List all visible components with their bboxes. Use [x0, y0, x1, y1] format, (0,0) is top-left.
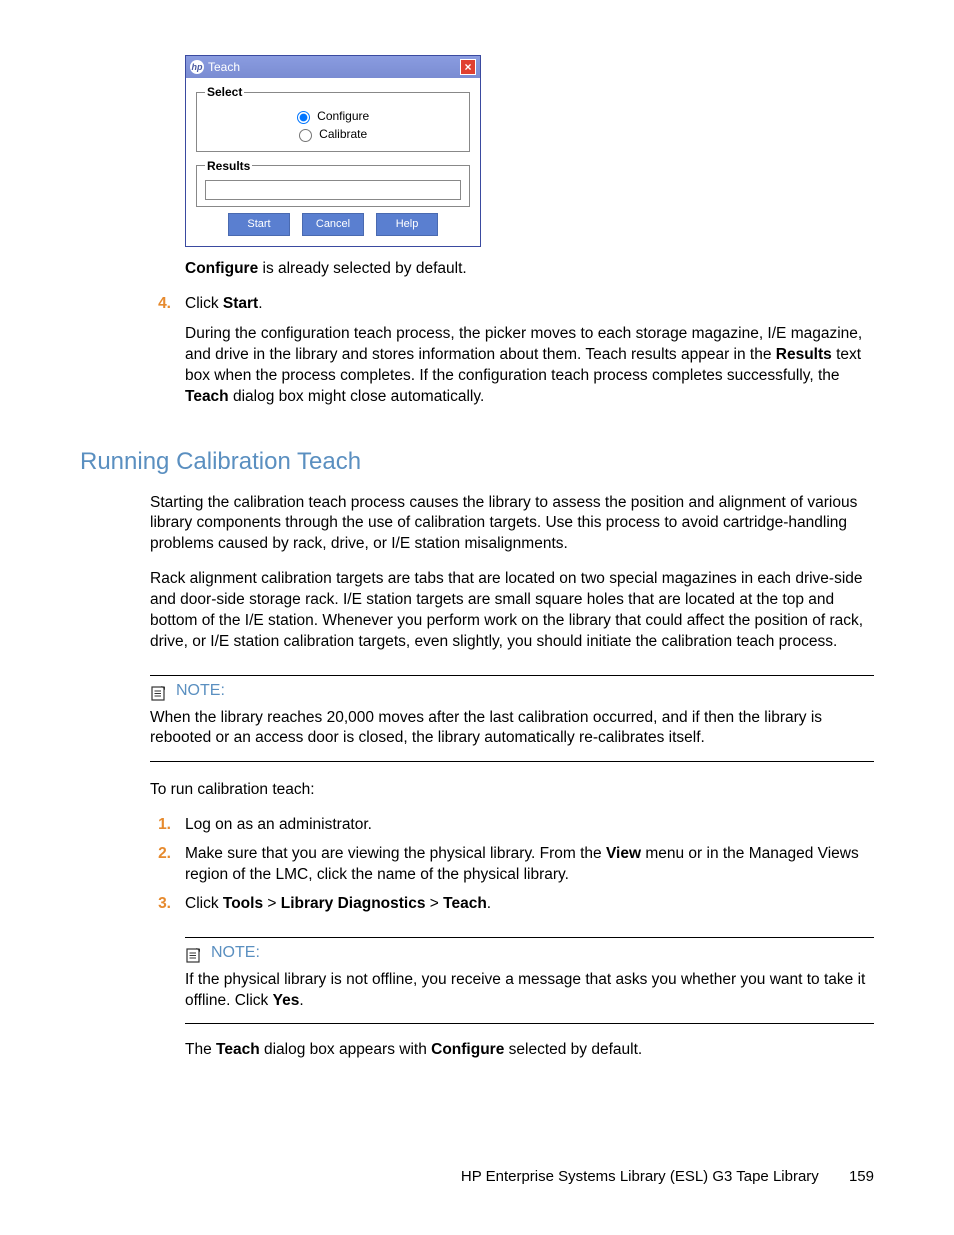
help-button[interactable]: Help: [376, 213, 438, 236]
select-legend: Select: [205, 84, 244, 100]
footer-title: HP Enterprise Systems Library (ESL) G3 T…: [461, 1168, 819, 1185]
calibrate-radio-label[interactable]: Calibrate: [299, 127, 367, 141]
note-1-body: When the library reaches 20,000 moves af…: [150, 708, 874, 750]
page-number: 159: [849, 1168, 874, 1185]
step-4-body: During the configuration teach process, …: [185, 324, 874, 408]
configure-default-line: Configure is already selected by default…: [185, 259, 874, 280]
calib-p1: Starting the calibration teach process c…: [150, 493, 874, 556]
teach-dialog-appears: The Teach dialog box appears with Config…: [185, 1040, 874, 1061]
step-3: 3. Click Tools > Library Diagnostics > T…: [80, 894, 874, 915]
step-4-line: Click Start.: [185, 294, 874, 315]
step-1-number: 1.: [80, 815, 185, 836]
calib-p2: Rack alignment calibration targets are t…: [150, 569, 874, 653]
results-textbox[interactable]: [205, 180, 461, 200]
configure-radio[interactable]: [297, 111, 310, 124]
note-1: NOTE: When the library reaches 20,000 mo…: [150, 675, 874, 762]
cancel-button[interactable]: Cancel: [302, 213, 364, 236]
teach-dialog: hp Teach × Select Configure Calibrate: [185, 55, 481, 247]
note-1-label: NOTE:: [176, 680, 225, 702]
dialog-title-text: Teach: [208, 59, 240, 75]
step-1-text: Log on as an administrator.: [185, 815, 874, 836]
note-2: NOTE: If the physical library is not off…: [185, 937, 874, 1024]
results-group: Results: [196, 158, 470, 207]
step-2-text: Make sure that you are viewing the physi…: [185, 844, 874, 886]
step-1: 1. Log on as an administrator.: [80, 815, 874, 836]
select-group: Select Configure Calibrate: [196, 84, 470, 152]
step-3-text: Click Tools > Library Diagnostics > Teac…: [185, 894, 874, 915]
note-icon: [150, 684, 168, 702]
close-icon[interactable]: ×: [460, 59, 476, 75]
section-heading: Running Calibration Teach: [80, 446, 874, 478]
step-4: 4. Click Start. During the configuration…: [80, 294, 874, 409]
note-icon: [185, 946, 203, 964]
start-button[interactable]: Start: [228, 213, 290, 236]
note-2-body: If the physical library is not offline, …: [185, 970, 874, 1012]
dialog-titlebar: hp Teach ×: [186, 56, 480, 78]
step-3-number: 3.: [80, 894, 185, 915]
results-legend: Results: [205, 158, 252, 174]
calib-p3: To run calibration teach:: [150, 780, 874, 801]
hp-logo-icon: hp: [190, 60, 204, 74]
note-2-label: NOTE:: [211, 942, 260, 964]
calibrate-radio[interactable]: [299, 129, 312, 142]
step-4-number: 4.: [80, 294, 185, 409]
step-2: 2. Make sure that you are viewing the ph…: [80, 844, 874, 886]
configure-radio-label[interactable]: Configure: [297, 109, 369, 123]
page-footer: HP Enterprise Systems Library (ESL) G3 T…: [461, 1167, 874, 1187]
step-2-number: 2.: [80, 844, 185, 886]
